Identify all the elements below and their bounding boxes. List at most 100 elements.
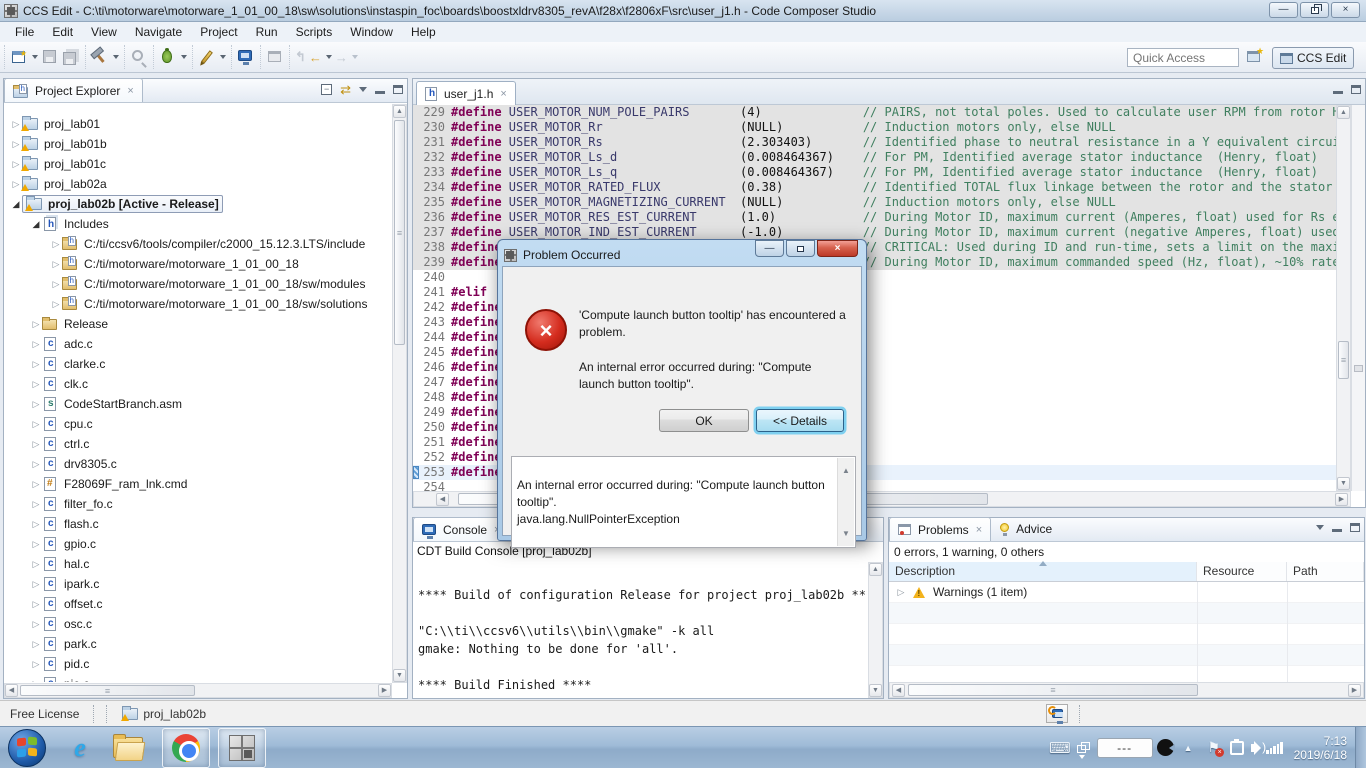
- volume-icon[interactable]: [1251, 740, 1266, 755]
- tree-item-c:/ti/ccsv6/tools/compiler/c2000_15.12.3.lts/include[interactable]: ▷ C:/ti/ccsv6/tools/compiler/c2000_15.12.…: [4, 234, 392, 254]
- expand-icon[interactable]: ▷: [30, 459, 42, 470]
- expand-icon[interactable]: ▷: [30, 479, 42, 490]
- expand-icon[interactable]: ▷: [30, 679, 42, 683]
- close-icon[interactable]: ×: [500, 88, 506, 100]
- network-icon[interactable]: [1266, 741, 1283, 754]
- back-icon[interactable]: ←: [309, 50, 322, 65]
- menu-run[interactable]: Run: [247, 23, 287, 41]
- ime-status[interactable]: ---: [1096, 737, 1153, 758]
- code-line-233[interactable]: 233 #define USER_MOTOR_Ls_q (0.008464367)…: [413, 165, 1336, 180]
- expand-icon[interactable]: ▷: [30, 599, 42, 610]
- expand-icon[interactable]: ▷: [50, 259, 62, 270]
- debug-bug-icon[interactable]: [159, 48, 177, 66]
- tree-item-clk.c[interactable]: ▷ clk.c: [4, 374, 392, 394]
- tree-item-f28069f_ram_lnk.cmd[interactable]: ▷ F28069F_ram_lnk.cmd: [4, 474, 392, 494]
- new-dropdown-icon[interactable]: [32, 55, 38, 59]
- column-path[interactable]: Path: [1287, 562, 1364, 581]
- problems-hscrollbar[interactable]: ◀ ≡ ▶: [889, 682, 1364, 698]
- menu-navigate[interactable]: Navigate: [126, 23, 191, 41]
- window-close-button[interactable]: ×: [1331, 2, 1360, 18]
- clock[interactable]: 7:13 2019/6/18: [1294, 734, 1347, 762]
- back-dropdown-icon[interactable]: [325, 55, 332, 59]
- collapse-all-icon[interactable]: −: [321, 84, 333, 95]
- keyboard-tray-icon[interactable]: ⌨: [1049, 739, 1071, 757]
- tree-item-drv8305.c[interactable]: ▷ drv8305.c: [4, 454, 392, 474]
- expand-icon[interactable]: ▷: [30, 539, 42, 550]
- maximize-view-icon[interactable]: [393, 85, 403, 94]
- tree-item-release[interactable]: ▷ Release: [4, 314, 392, 334]
- tree-item-osc.c[interactable]: ▷ osc.c: [4, 614, 392, 634]
- tray-app-icon[interactable]: [1230, 738, 1245, 755]
- tree-item-proj_lab01[interactable]: ▷ proj_lab01: [4, 114, 392, 134]
- dialog-minimize-button[interactable]: —: [755, 240, 784, 257]
- column-description[interactable]: Description: [889, 561, 1197, 581]
- tree-item-c:/ti/motorware/motorware_1_01_00_18/sw/modules[interactable]: ▷ C:/ti/motorware/motorware_1_01_00_18/sw…: [4, 274, 392, 294]
- console-vscrollbar[interactable]: ▲ ▼: [868, 562, 883, 698]
- show-desktop-button[interactable]: [1355, 726, 1366, 768]
- tray-expand-icon[interactable]: ▲: [1184, 743, 1193, 753]
- menu-file[interactable]: File: [6, 23, 43, 41]
- tree-item-proj_lab01b[interactable]: ▷ proj_lab01b: [4, 134, 392, 154]
- column-resource[interactable]: Resource: [1197, 562, 1287, 581]
- debug-dropdown-icon[interactable]: [181, 55, 187, 59]
- collapse-icon[interactable]: ◢: [10, 199, 22, 210]
- close-icon[interactable]: ×: [976, 524, 982, 536]
- problems-row-warnings[interactable]: ▷ Warnings (1 item): [889, 582, 1364, 603]
- window-minimize-button[interactable]: —: [1269, 2, 1298, 18]
- console-view-icon[interactable]: [237, 48, 255, 66]
- console-output[interactable]: **** Build of configuration Release for …: [413, 562, 867, 698]
- dialog-titlebar[interactable]: Problem Occurred — ×: [502, 240, 862, 266]
- tree-item-includes[interactable]: ◢ Includes: [4, 214, 392, 234]
- tree-item-flash.c[interactable]: ▷ flash.c: [4, 514, 392, 534]
- tree-item-gpio.c[interactable]: ▷ gpio.c: [4, 534, 392, 554]
- window-restore-button[interactable]: [1300, 2, 1329, 18]
- tree-item-proj_lab02a[interactable]: ▷ proj_lab02a: [4, 174, 392, 194]
- build-icon[interactable]: [91, 48, 109, 66]
- window-switch-tray-icon[interactable]: [1076, 741, 1091, 759]
- tree-item-hal.c[interactable]: ▷ hal.c: [4, 554, 392, 574]
- expand-icon[interactable]: ▷: [895, 587, 907, 598]
- tree-item-proj_lab01c[interactable]: ▷ proj_lab01c: [4, 154, 392, 174]
- expand-icon[interactable]: ▷: [30, 659, 42, 670]
- code-line-235[interactable]: 235 #define USER_MOTOR_MAGNETIZING_CURREN…: [413, 195, 1336, 210]
- editor-vscrollbar[interactable]: ▲ ≡ ▼: [1336, 105, 1351, 491]
- details-text[interactable]: An internal error occurred during: "Comp…: [511, 456, 856, 548]
- collapse-icon[interactable]: ◢: [30, 219, 42, 230]
- expand-icon[interactable]: ▷: [50, 279, 62, 290]
- close-icon[interactable]: ×: [127, 85, 133, 97]
- tree-item-pie.c[interactable]: ▷ pie.c: [4, 674, 392, 682]
- explorer-hscrollbar[interactable]: ◀ ≡ ▶: [4, 683, 392, 698]
- save-all-icon[interactable]: [62, 48, 80, 66]
- code-line-229[interactable]: 229 #define USER_MOTOR_NUM_POLE_PAIRS (4)…: [413, 105, 1336, 120]
- taskbar-explorer-icon[interactable]: [104, 728, 152, 768]
- tab-advice[interactable]: Advice: [991, 517, 1060, 541]
- quick-access-input[interactable]: [1127, 48, 1239, 67]
- action-center-icon[interactable]: ⚑ ×: [1208, 739, 1225, 757]
- taskbar-chrome-icon[interactable]: [162, 727, 210, 768]
- expand-icon[interactable]: ▷: [30, 399, 42, 410]
- expand-icon[interactable]: ▷: [30, 439, 42, 450]
- perspective-ccs-edit-button[interactable]: CCS Edit: [1272, 47, 1355, 69]
- details-button[interactable]: << Details: [756, 409, 844, 432]
- menu-view[interactable]: View: [82, 23, 126, 41]
- tree-item-c:/ti/motorware/motorware_1_01_00_18[interactable]: ▷ C:/ti/motorware/motorware_1_01_00_18: [4, 254, 392, 274]
- tree-item-codestartbranch.asm[interactable]: ▷ CodeStartBranch.asm: [4, 394, 392, 414]
- code-line-237[interactable]: 237 #define USER_MOTOR_IND_EST_CURRENT (-…: [413, 225, 1336, 240]
- menu-window[interactable]: Window: [341, 23, 402, 41]
- minimize-view-icon[interactable]: [375, 85, 385, 94]
- expand-icon[interactable]: ▷: [30, 519, 42, 530]
- expand-icon[interactable]: ▷: [30, 359, 42, 370]
- maximize-view-icon[interactable]: [1350, 523, 1360, 532]
- tree-item-filter_fo.c[interactable]: ▷ filter_fo.c: [4, 494, 392, 514]
- tree-item-clarke.c[interactable]: ▷ clarke.c: [4, 354, 392, 374]
- menu-project[interactable]: Project: [191, 23, 246, 41]
- tab-problems[interactable]: Problems ×: [889, 517, 992, 541]
- tree-item-proj_lab02b[interactable]: ◢ proj_lab02b [Active - Release]: [4, 194, 392, 214]
- flash-dropdown-icon[interactable]: [220, 55, 226, 59]
- link-editor-icon[interactable]: ⇄: [340, 83, 351, 96]
- expand-icon[interactable]: ▷: [30, 319, 42, 330]
- maximize-editor-icon[interactable]: [1351, 85, 1361, 94]
- tree-item-offset.c[interactable]: ▷ offset.c: [4, 594, 392, 614]
- minimize-view-icon[interactable]: [1332, 523, 1342, 532]
- menu-help[interactable]: Help: [402, 23, 445, 41]
